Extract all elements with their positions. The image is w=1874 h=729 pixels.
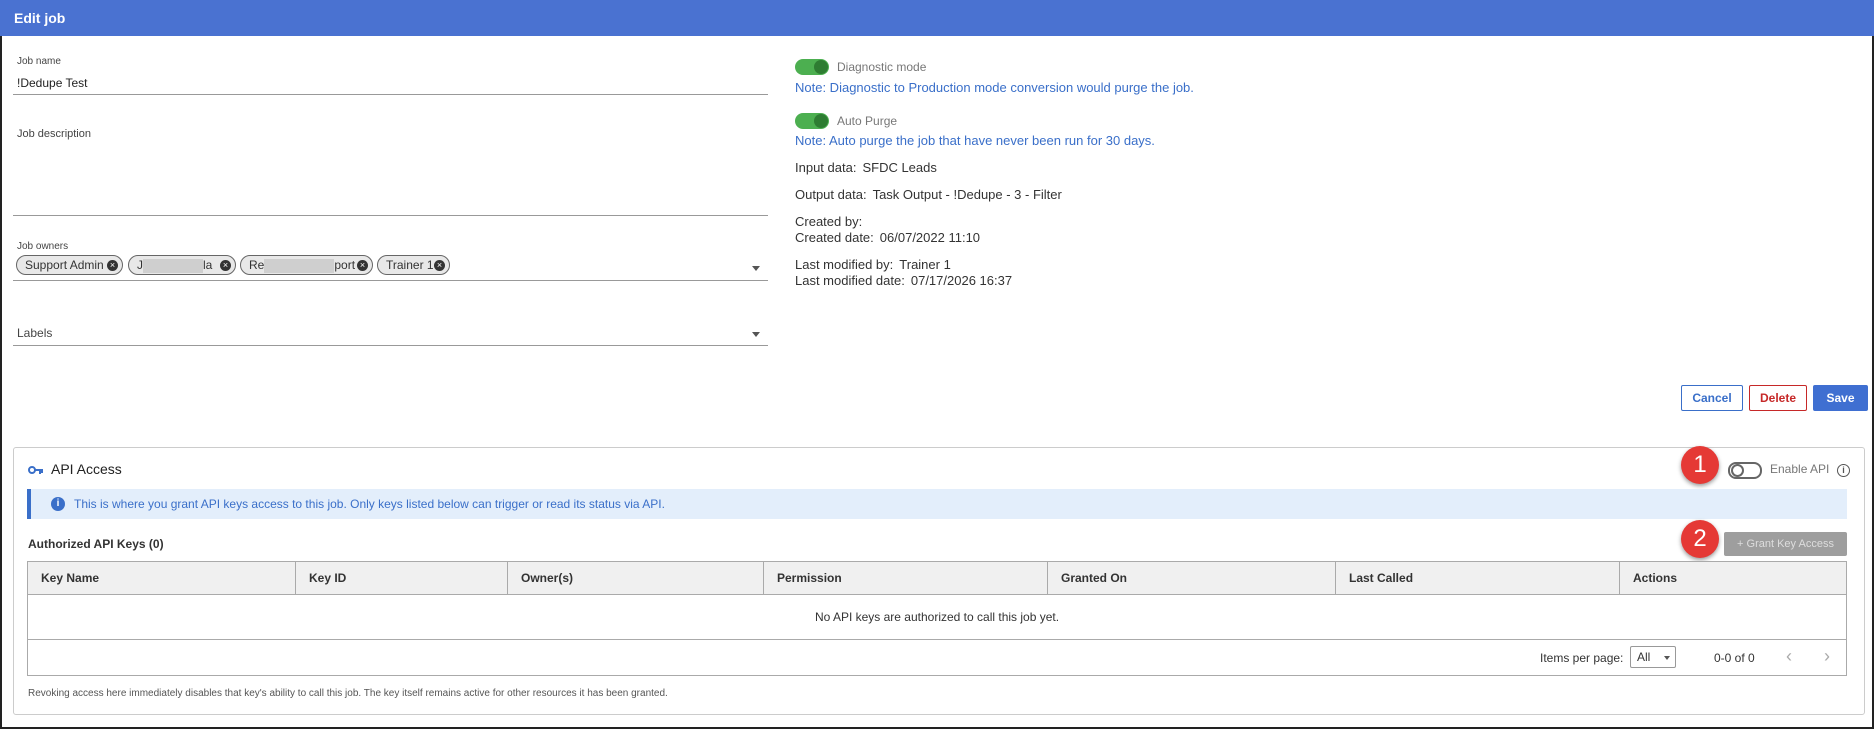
auto-purge-note: Note: Auto purge the job that have never… (795, 133, 1155, 148)
enable-api-toggle[interactable] (1728, 462, 1762, 479)
remove-chip-icon[interactable]: × (357, 260, 368, 271)
redacted-text (264, 258, 335, 273)
redacted-text (143, 258, 203, 273)
remove-chip-icon[interactable]: × (107, 260, 118, 271)
api-info-banner-text: This is where you grant API keys access … (74, 497, 665, 511)
owner-chip-label: port (334, 258, 356, 272)
column-header-key-name[interactable]: Key Name (28, 562, 296, 595)
revoke-access-note: Revoking access here immediately disable… (28, 688, 668, 699)
output-data-row: Output data: Task Output - !Dedupe - 3 - … (795, 187, 1062, 202)
api-info-banner: i This is where you grant API keys acces… (27, 489, 1847, 519)
labels-underline (13, 345, 768, 346)
diagnostic-mode-label: Diagnostic mode (837, 60, 927, 74)
labels-dropdown-caret-icon[interactable] (752, 332, 760, 337)
info-icon: i (51, 497, 65, 511)
created-date-value: 06/07/2022 11:10 (879, 230, 981, 245)
chevron-down-icon (1664, 656, 1670, 660)
created-date-label: Created date: (795, 230, 874, 245)
pagination-range: 0-0 of 0 (1714, 651, 1755, 665)
input-data-label: Input data: (795, 160, 857, 175)
column-header-owners[interactable]: Owner(s) (508, 562, 764, 595)
labels-select[interactable]: Labels (17, 326, 52, 340)
job-description-underline (13, 215, 768, 216)
input-data-value: SFDC Leads (862, 160, 937, 175)
table-pagination: Items per page: All 0-0 of 0 ‹ › (28, 640, 1846, 676)
empty-table-message: No API keys are authorized to call this … (28, 595, 1846, 640)
cancel-button[interactable]: Cancel (1681, 385, 1743, 411)
grant-key-access-button[interactable]: + Grant Key Access (1724, 532, 1847, 556)
delete-button[interactable]: Delete (1749, 385, 1807, 411)
key-icon (28, 462, 44, 478)
job-name-input[interactable]: !Dedupe Test (17, 76, 88, 90)
remove-chip-icon[interactable]: × (220, 260, 231, 271)
marker-badge: 2 (1681, 520, 1719, 558)
column-header-permission[interactable]: Permission (764, 562, 1048, 595)
column-header-granted-on[interactable]: Granted On (1048, 562, 1336, 595)
owner-chip-label: Trainer 1 (386, 258, 434, 272)
authorized-keys-label: Authorized API Keys (0) (28, 537, 164, 551)
owner-chip-label: Re (249, 258, 265, 272)
job-owners-label: Job owners (17, 241, 69, 252)
created-date-row: Created date: 06/07/2022 11:10 (795, 230, 980, 245)
table-header: Key Name Key ID Owner(s) Permission Gran… (28, 562, 1846, 595)
items-per-page-select[interactable]: All (1630, 646, 1676, 668)
api-keys-table: Key Name Key ID Owner(s) Permission Gran… (27, 561, 1847, 676)
modified-by-value: Trainer 1 (899, 257, 951, 272)
diagnostic-mode-toggle[interactable] (795, 59, 829, 75)
info-icon[interactable]: i (1837, 464, 1850, 477)
job-description-input[interactable] (13, 125, 768, 215)
job-name-underline (13, 94, 768, 95)
owner-chip-label: la (203, 258, 213, 272)
input-data-row: Input data: SFDC Leads (795, 160, 937, 175)
created-by-label: Created by: (795, 214, 863, 229)
owner-chip[interactable]: Re port × (240, 255, 373, 275)
modified-by-row: Last modified by: Trainer 1 (795, 257, 951, 272)
previous-page-icon[interactable]: ‹ (1786, 646, 1792, 667)
modified-date-row: Last modified date: 07/17/2026 16:37 (795, 273, 1012, 288)
created-by-row: Created by: (795, 214, 868, 229)
column-header-actions: Actions (1633, 571, 1678, 585)
enable-api-label: Enable API (1770, 462, 1830, 476)
modified-date-value: 07/17/2026 16:37 (910, 273, 1013, 288)
items-per-page-label: Items per page: (1540, 651, 1624, 665)
modified-date-label: Last modified date: (795, 273, 905, 288)
toggle-knob (814, 114, 828, 128)
modified-by-label: Last modified by: (795, 257, 894, 272)
owners-dropdown-caret-icon[interactable] (752, 266, 760, 271)
items-per-page-value: All (1637, 650, 1651, 664)
save-button[interactable]: Save (1813, 385, 1868, 411)
owner-chip[interactable]: Jla × (128, 255, 236, 275)
output-data-label: Output data: (795, 187, 867, 202)
diagnostic-note: Note: Diagnostic to Production mode conv… (795, 80, 1194, 95)
marker-badge: 1 (1681, 446, 1719, 484)
job-owners-underline (13, 280, 768, 281)
job-name-label: Job name (17, 56, 61, 67)
toggle-knob (1731, 464, 1744, 477)
owner-chip[interactable]: Support Admin × (16, 255, 123, 275)
output-data-value: Task Output - !Dedupe - 3 - Filter (872, 187, 1062, 202)
auto-purge-label: Auto Purge (837, 114, 898, 128)
auto-purge-toggle[interactable] (795, 113, 829, 129)
api-access-title: API Access (51, 461, 122, 477)
owner-chip-label: Support Admin (25, 258, 104, 272)
owner-chip[interactable]: Trainer 1 × (377, 255, 450, 275)
toggle-knob (814, 60, 828, 74)
column-header-key-id[interactable]: Key ID (296, 562, 508, 595)
next-page-icon[interactable]: › (1824, 646, 1830, 667)
remove-chip-icon[interactable]: × (434, 260, 445, 271)
column-header-last-called[interactable]: Last Called (1336, 562, 1620, 595)
page-title: Edit job (0, 0, 1874, 36)
